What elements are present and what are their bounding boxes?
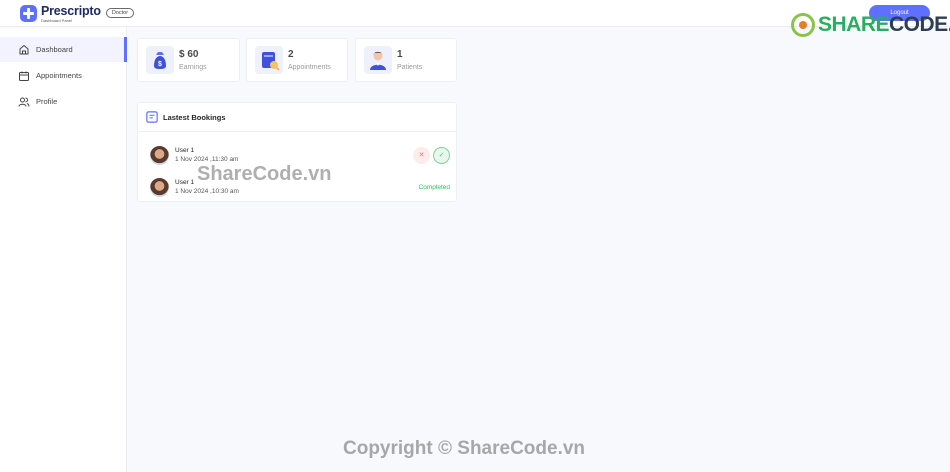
sidebar-item-label: Profile xyxy=(36,97,58,106)
sidebar-item-profile[interactable]: Profile xyxy=(0,89,127,114)
cancel-icon[interactable]: ✕ xyxy=(413,146,430,164)
sidebar: Dashboard Appointments Profile xyxy=(0,28,127,472)
logo-text: Prescripto Dashboard Panel xyxy=(41,5,101,23)
check-icon[interactable]: ✓ xyxy=(433,146,450,164)
sharecode-watermark-logo: SHARECODE.vn xyxy=(791,13,950,37)
earnings-value: $ 60 xyxy=(179,49,199,60)
sharecode-watermark-copyright: Copyright © ShareCode.vn xyxy=(343,438,586,459)
status-completed: Completed xyxy=(418,183,450,191)
patient-name: User 1 xyxy=(175,147,195,154)
stat-card-patients[interactable]: 1 Patients xyxy=(355,38,457,82)
patient-icon xyxy=(364,46,392,74)
sharecode-logo-text: SHARECODE.vn xyxy=(818,13,950,36)
sharecode-logo-icon xyxy=(791,13,815,37)
logo-icon xyxy=(20,5,37,22)
appointments-label: Appointments xyxy=(288,64,331,71)
latest-bookings-panel: Lastest Bookings User 1 1 Nov 2024 ,11:3… xyxy=(137,102,457,202)
stat-card-earnings[interactable]: $ $ 60 Earnings xyxy=(137,38,240,82)
avatar xyxy=(150,145,169,165)
stat-card-appointments[interactable]: 2 Appointments xyxy=(246,38,348,82)
role-badge: Doctor xyxy=(105,8,135,18)
appointments-icon xyxy=(255,46,283,74)
money-bag-icon: $ xyxy=(146,46,174,74)
sharecode-watermark-middle: ShareCode.vn xyxy=(197,163,332,185)
calendar-icon xyxy=(19,71,29,81)
avatar xyxy=(150,177,169,197)
earnings-label: Earnings xyxy=(179,64,207,71)
booking-actions: ✕ ✓ xyxy=(413,146,450,164)
appointments-value: 2 xyxy=(288,49,294,60)
people-icon xyxy=(18,97,30,107)
brand-subtitle: Dashboard Panel xyxy=(41,17,72,23)
sidebar-item-label: Appointments xyxy=(36,71,82,80)
brand-logo[interactable]: Prescripto Dashboard Panel Doctor xyxy=(20,5,135,23)
home-icon xyxy=(19,44,29,54)
patients-value: 1 xyxy=(397,49,403,60)
brand-name: Prescripto xyxy=(41,4,101,18)
sidebar-item-appointments[interactable]: Appointments xyxy=(0,63,127,88)
bookings-header: Lastest Bookings xyxy=(138,103,456,132)
sidebar-item-label: Dashboard xyxy=(36,45,73,54)
bookings-title: Lastest Bookings xyxy=(163,112,226,122)
sidebar-item-dashboard[interactable]: Dashboard xyxy=(0,37,127,62)
booking-date: 1 Nov 2024 ,11:30 am xyxy=(175,156,239,163)
svg-text:$: $ xyxy=(158,61,162,68)
booking-date: 1 Nov 2024 ,10:30 am xyxy=(175,188,239,195)
patients-label: Patients xyxy=(397,64,423,71)
list-icon xyxy=(146,111,158,123)
